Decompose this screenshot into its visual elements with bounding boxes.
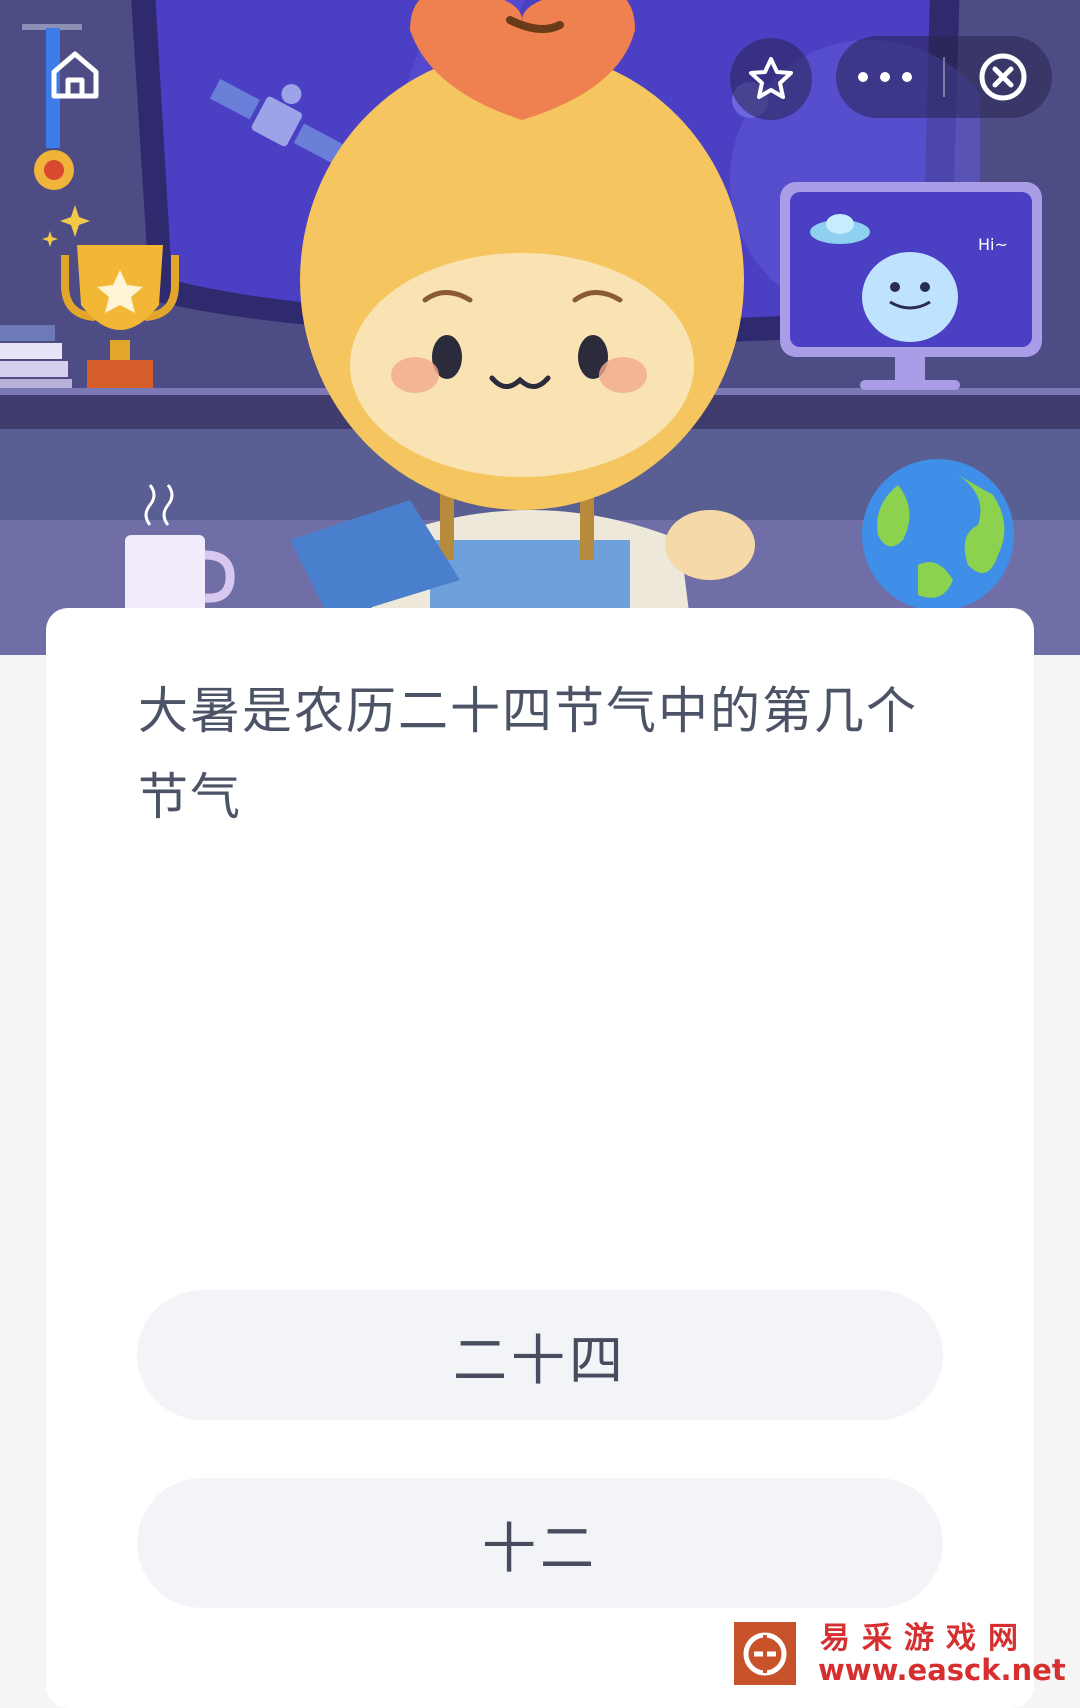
watermark-e-icon xyxy=(743,1632,787,1675)
watermark-title: 易采游戏网 xyxy=(820,1621,1030,1656)
watermark-url: www.easck.net xyxy=(818,1653,1066,1687)
watermark-logo xyxy=(734,1622,796,1685)
star-icon xyxy=(749,57,793,99)
home-icon xyxy=(51,51,99,99)
hero-illustration: Hi~ xyxy=(0,0,1080,655)
answer-option-label: 二十四 xyxy=(453,1328,627,1392)
close-circle-icon xyxy=(979,53,1027,101)
close-button[interactable] xyxy=(963,36,1043,118)
alien-greeting: Hi~ xyxy=(978,235,1008,254)
globe-icon xyxy=(862,459,1014,611)
more-button[interactable] xyxy=(845,36,925,118)
miniapp-capsule xyxy=(836,36,1052,118)
question-card: 大暑是农历二十四节气中的第几个节气 二十四 十二 xyxy=(46,608,1034,1708)
monitor-alien: Hi~ xyxy=(780,182,1042,390)
favorite-button[interactable] xyxy=(730,38,812,120)
more-dots-icon xyxy=(858,72,912,82)
home-button[interactable] xyxy=(40,40,110,110)
books-icon xyxy=(0,325,72,393)
answer-option-2[interactable]: 十二 xyxy=(137,1478,943,1608)
capsule-divider xyxy=(943,57,945,97)
coffee-cup-icon xyxy=(125,484,235,620)
answer-option-1[interactable]: 二十四 xyxy=(137,1290,943,1420)
mascot-character xyxy=(290,0,755,620)
answer-option-label: 十二 xyxy=(482,1516,598,1580)
question-text: 大暑是农历二十四节气中的第几个节气 xyxy=(138,682,918,826)
